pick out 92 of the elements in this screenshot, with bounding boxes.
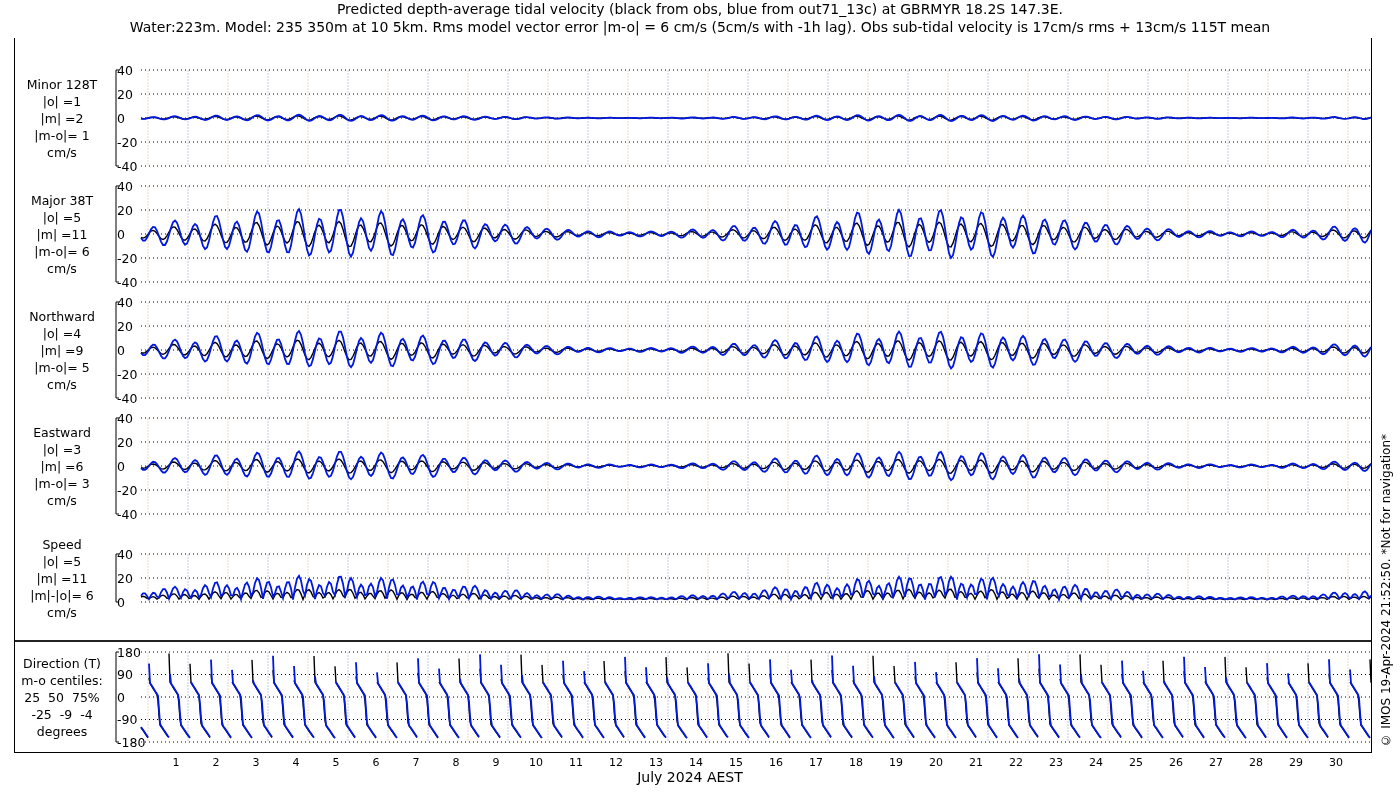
- panel-label: cm/s: [47, 491, 77, 509]
- axis-tick-label: 10: [528, 756, 544, 769]
- axis-tick-label: -40: [117, 390, 138, 406]
- panel-label: degrees: [36, 722, 88, 740]
- axis-tick-label: 18: [848, 756, 864, 769]
- axis-tick-label: 40: [117, 410, 133, 426]
- axis-tick-label: 23: [1048, 756, 1064, 769]
- axis-tick-label: 1: [171, 756, 181, 769]
- axis-tick-label: 25: [1128, 756, 1144, 769]
- panel-label: -25 -9 -4: [31, 705, 93, 723]
- axis-tick-label: -20: [117, 366, 138, 382]
- axis-tick-label: 26: [1168, 756, 1184, 769]
- panel-label: Eastward: [33, 423, 91, 441]
- axis-tick-label: 90: [117, 667, 133, 682]
- axis-tick-label: 20: [117, 570, 133, 586]
- axis-tick-label: 0: [117, 458, 125, 474]
- axis-tick-label: -20: [117, 250, 138, 266]
- panel-label: |m| =6: [40, 457, 84, 475]
- axis-tick-label: -20: [117, 134, 138, 150]
- axis-tick-label: 17: [808, 756, 824, 769]
- axis-tick-label: -40: [117, 274, 138, 290]
- panel-label: Northward: [29, 307, 95, 325]
- panel-label: m-o centiles:: [21, 671, 103, 689]
- axis-tick-label: 12: [608, 756, 624, 769]
- panel-label: cm/s: [47, 375, 77, 393]
- panel-label: cm/s: [47, 603, 77, 621]
- axis-tick-label: 20: [117, 434, 133, 450]
- panel-label: Minor 128T: [26, 75, 98, 93]
- panel-label: |o| =3: [42, 440, 82, 458]
- chart-title: Water:223m. Model: 235 350m at 10 5km. Rms model vector error |m-o| = 6 cm/s (5cm/s with -1h lag). Obs sub-tidal velocity is 17cm/s rms + 13cm/s 115T mean: [129, 18, 1271, 36]
- axis-tick-label: 20: [928, 756, 944, 769]
- panel-label: |o| =5: [42, 208, 82, 226]
- panel-label: |o| =1: [42, 92, 82, 110]
- axis-tick-label: -180: [117, 734, 146, 750]
- axis-tick-label: 5: [331, 756, 341, 769]
- axis-tick-label: 20: [117, 86, 133, 102]
- panel-label: |m| =9: [40, 341, 84, 359]
- axis-tick-label: 0: [117, 226, 125, 242]
- axis-tick-label: 20: [117, 202, 133, 218]
- axis-tick-label: 0: [117, 689, 125, 705]
- panel-label: cm/s: [47, 143, 77, 161]
- axis-tick-label: 19: [888, 756, 904, 769]
- panel-label: Direction (T): [23, 654, 101, 672]
- axis-tick-label: 0: [117, 110, 125, 126]
- axis-tick-label: 40: [117, 294, 133, 310]
- axis-tick-label: -40: [117, 158, 138, 174]
- axis-tick-label: 27: [1208, 756, 1224, 769]
- panel-label: cm/s: [47, 259, 77, 277]
- axis-tick-label: 0: [117, 594, 125, 610]
- axis-tick-label: 7: [411, 756, 421, 769]
- axis-tick-label: 6: [371, 756, 381, 769]
- axis-tick-label: 16: [768, 756, 784, 769]
- panel-label: |o| =5: [42, 552, 82, 570]
- axis-tick-label: 30: [1328, 756, 1344, 769]
- panel-label: |m| =11: [36, 225, 88, 243]
- axis-tick-label: 40: [117, 178, 133, 194]
- axis-tick-label: 4: [291, 756, 301, 769]
- panel-label: |m-o|= 6: [34, 242, 90, 260]
- axis-tick-label: 0: [117, 342, 125, 358]
- axis-tick-label: 180: [117, 644, 141, 660]
- axis-tick-label: 22: [1008, 756, 1024, 769]
- panel-label: |m-o|= 3: [34, 474, 90, 492]
- axis-tick-label: 14: [688, 756, 704, 769]
- panel-label: Speed: [42, 535, 82, 553]
- axis-tick-label: 9: [491, 756, 501, 769]
- panel-label: |m-o|= 1: [34, 126, 90, 144]
- chart-title: Predicted depth-average tidal velocity (black from obs, blue from out71_13c) at GBRMYR 18.2S 147.3E.: [336, 0, 1064, 18]
- panel-label: |m| =11: [36, 569, 88, 587]
- axis-tick-label: 13: [648, 756, 664, 769]
- axis-tick-label: 11: [568, 756, 584, 769]
- axis-tick-label: 8: [451, 756, 461, 769]
- axis-tick-label: 20: [117, 318, 133, 334]
- axis-tick-label: 40: [117, 546, 133, 562]
- panel-label: |m-o|= 5: [34, 358, 90, 376]
- axis-tick-label: -20: [117, 482, 138, 498]
- axis-tick-label: 40: [117, 62, 133, 78]
- panel-label: 25 50 75%: [24, 688, 100, 706]
- axis-tick-label: 21: [968, 756, 984, 769]
- axis-tick-label: -90: [117, 712, 138, 727]
- panel-label: |m| =2: [40, 109, 84, 127]
- copyright-note: © IMOS 19-Apr-2024 21:52:50. *Not for navigation*: [1379, 434, 1393, 747]
- panel-label: Major 38T: [30, 191, 94, 209]
- axis-tick-label: 3: [251, 756, 261, 769]
- axis-tick-label: 24: [1088, 756, 1104, 769]
- panel-label: |m|-|o|= 6: [30, 586, 94, 604]
- axis-tick-label: 28: [1248, 756, 1264, 769]
- axis-tick-label: 29: [1288, 756, 1304, 769]
- x-axis-label: July 2024 AEST: [635, 769, 744, 785]
- axis-tick-label: 2: [211, 756, 221, 769]
- axis-tick-label: 15: [728, 756, 744, 769]
- panel-label: |o| =4: [42, 324, 82, 342]
- axis-tick-label: -40: [117, 506, 138, 522]
